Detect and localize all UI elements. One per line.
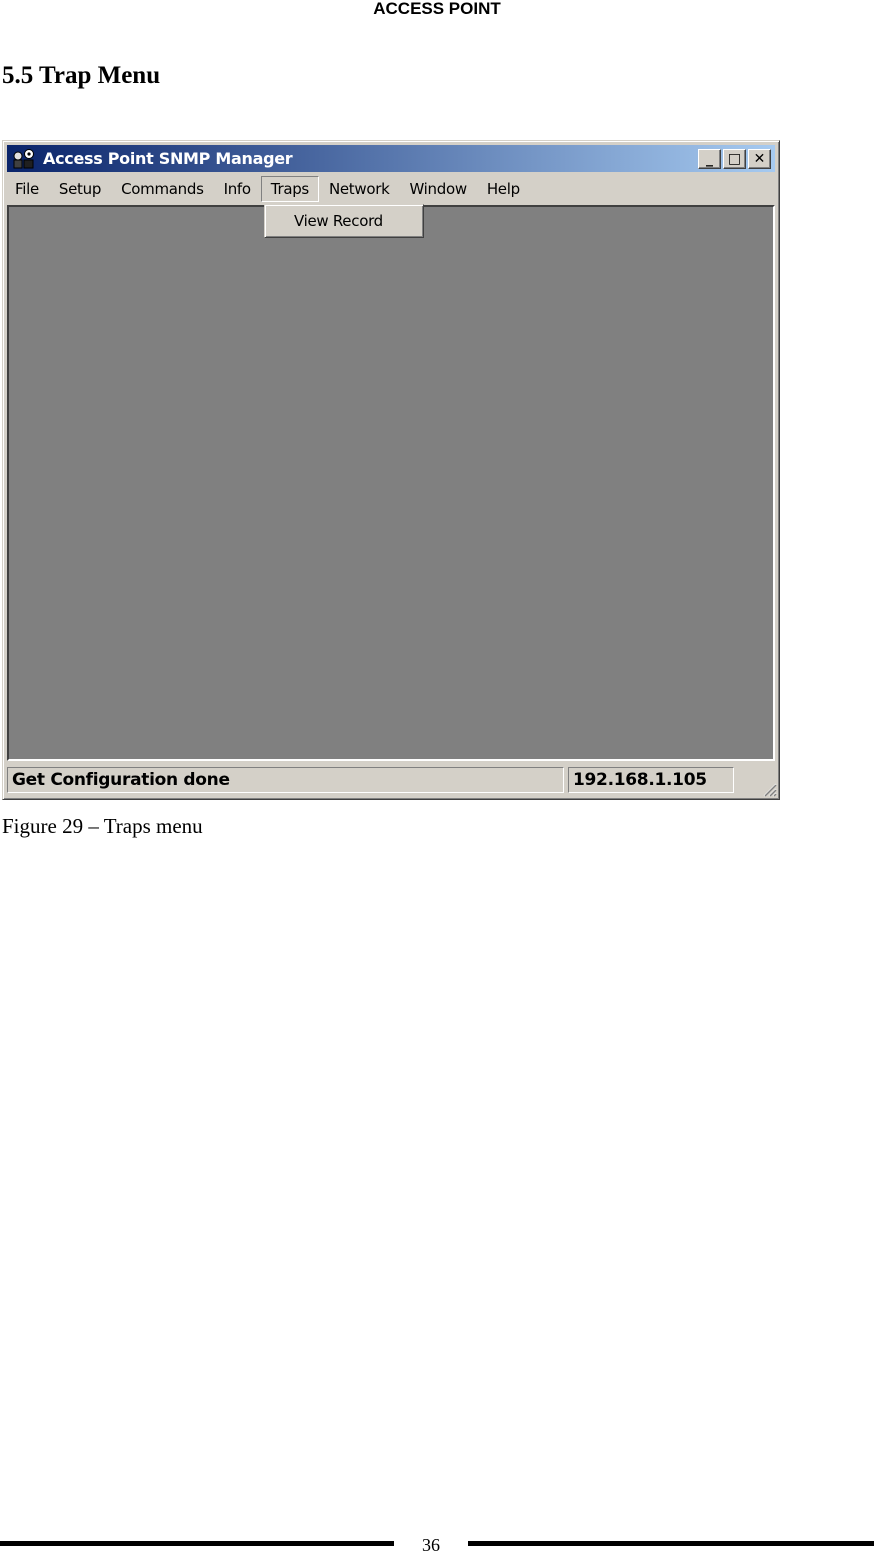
- status-ip: 192.168.1.105: [568, 767, 734, 793]
- traps-dropdown-menu: View Record: [264, 204, 424, 238]
- maximize-button[interactable]: □: [723, 149, 746, 169]
- mdi-client-area: [7, 205, 775, 761]
- menu-item-view-record[interactable]: View Record: [294, 212, 383, 230]
- menu-bar: File Setup Commands Info Traps Network W…: [7, 175, 775, 203]
- close-icon: ✕: [753, 151, 766, 167]
- snmp-network-icon[interactable]: [11, 148, 37, 170]
- resize-grip-icon[interactable]: [761, 781, 777, 797]
- menu-commands[interactable]: Commands: [111, 176, 214, 202]
- close-button[interactable]: ✕: [748, 149, 771, 169]
- status-bar: Get Configuration done 192.168.1.105: [7, 765, 775, 795]
- menu-network[interactable]: Network: [319, 176, 400, 202]
- app-window: Access Point SNMP Manager _ □ ✕ File Set…: [2, 140, 780, 800]
- maximize-icon: □: [727, 151, 742, 167]
- figure-caption: Figure 29 – Traps menu: [2, 814, 203, 838]
- page-footer: 36: [0, 1535, 874, 1555]
- menu-file[interactable]: File: [7, 176, 49, 202]
- menu-window[interactable]: Window: [399, 176, 476, 202]
- menu-help[interactable]: Help: [477, 176, 530, 202]
- section-title: 5.5 Trap Menu: [2, 62, 161, 89]
- title-bar[interactable]: Access Point SNMP Manager _ □ ✕: [7, 145, 775, 172]
- page-number: 36: [422, 1535, 440, 1555]
- menu-setup[interactable]: Setup: [49, 176, 111, 202]
- status-message: Get Configuration done: [7, 767, 564, 793]
- page-header: ACCESS POINT: [373, 0, 501, 18]
- footer-rule-right: [468, 1541, 874, 1546]
- menu-traps[interactable]: Traps: [260, 176, 319, 202]
- minimize-icon: _: [706, 151, 713, 167]
- window-title: Access Point SNMP Manager: [43, 149, 293, 168]
- footer-rule-left: [0, 1541, 394, 1546]
- minimize-button[interactable]: _: [698, 149, 721, 169]
- menu-info[interactable]: Info: [214, 176, 261, 202]
